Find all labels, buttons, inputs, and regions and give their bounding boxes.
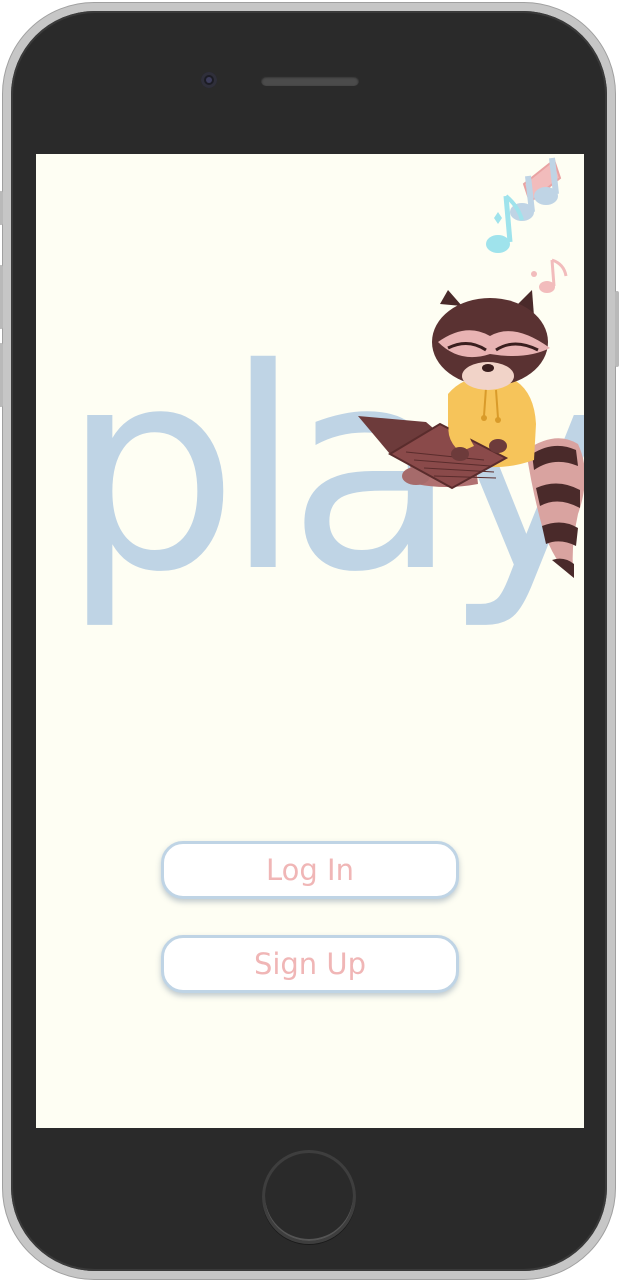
volume-up-button	[0, 265, 3, 329]
mute-switch	[0, 191, 3, 225]
music-notes-icon	[486, 157, 568, 293]
earpiece-speaker	[261, 76, 359, 86]
home-button[interactable]	[262, 1150, 356, 1244]
power-button	[615, 291, 619, 367]
signup-button[interactable]: Sign Up	[161, 935, 459, 993]
login-button[interactable]: Log In	[161, 841, 459, 899]
volume-down-button	[0, 343, 3, 407]
front-camera	[201, 72, 217, 88]
app-screen: play!	[36, 154, 584, 1128]
raccoon-mascot-illustration	[358, 157, 584, 578]
